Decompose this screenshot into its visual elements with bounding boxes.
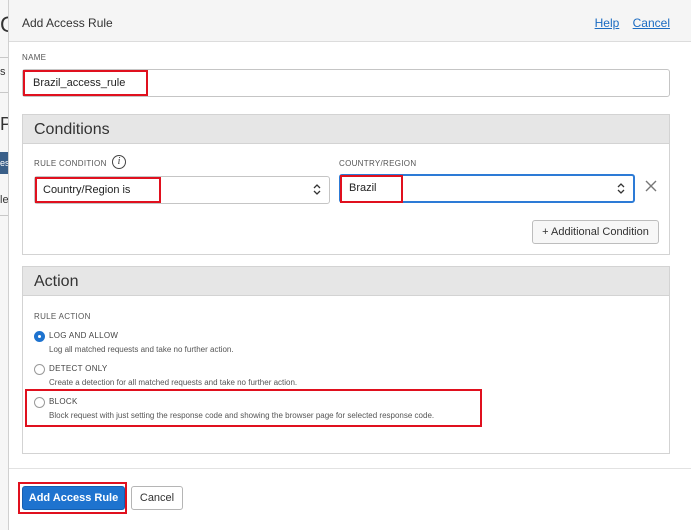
additional-condition-button[interactable]: + Additional Condition [532, 220, 659, 244]
radio-log-and-allow[interactable]: LOG AND ALLOW Log all matched requests a… [34, 331, 434, 357]
radio-block-description: Block request with just setting the resp… [49, 411, 435, 420]
dialog-header: Add Access Rule Help Cancel [9, 0, 691, 42]
name-label: NAME [22, 53, 47, 62]
country-region-select[interactable]: Brazil [339, 174, 635, 203]
radio-button[interactable] [34, 397, 45, 408]
country-region-value: Brazil [349, 182, 377, 194]
rule-condition-select[interactable]: Country/Region is [34, 176, 330, 204]
radio-block[interactable]: BLOCK Block request with just setting th… [34, 397, 484, 423]
select-chevron-icon [313, 184, 321, 195]
select-chevron-icon [617, 183, 625, 194]
add-access-rule-dialog: Add Access Rule Help Cancel NAME Brazil_… [8, 0, 691, 530]
rule-condition-value: Country/Region is [43, 184, 131, 196]
add-access-rule-button[interactable]: Add Access Rule [22, 486, 125, 510]
rule-action-label: RULE ACTION [34, 312, 91, 321]
dialog-header-links: Help Cancel [585, 16, 670, 30]
radio-button[interactable] [34, 364, 45, 375]
action-section: Action RULE ACTION LOG AND ALLOW Log all… [22, 266, 670, 454]
conditions-heading: Conditions [23, 115, 669, 144]
conditions-section: Conditions RULE CONDITION i Country/Regi… [22, 114, 670, 255]
cancel-button[interactable]: Cancel [131, 486, 183, 510]
footer-divider [9, 468, 691, 469]
rule-condition-label: RULE CONDITION [34, 159, 107, 168]
radio-detect-only[interactable]: DETECT ONLY Create a detection for all m… [34, 364, 434, 390]
remove-condition-icon[interactable] [644, 179, 658, 193]
country-region-label: COUNTRY/REGION [339, 159, 417, 168]
help-link[interactable]: Help [595, 16, 620, 30]
name-input[interactable]: Brazil_access_rule [22, 69, 670, 97]
radio-block-title: BLOCK [49, 397, 78, 406]
dialog-title: Add Access Rule [22, 16, 113, 30]
info-icon[interactable]: i [112, 155, 126, 169]
action-heading: Action [23, 267, 669, 296]
radio-detect-only-title: DETECT ONLY [49, 364, 108, 373]
radio-detect-only-description: Create a detection for all matched reque… [49, 378, 298, 387]
radio-log-and-allow-title: LOG AND ALLOW [49, 331, 119, 340]
radio-button-checked[interactable] [34, 331, 45, 342]
radio-log-and-allow-description: Log all matched requests and take no fur… [49, 345, 234, 354]
cancel-link[interactable]: Cancel [633, 16, 670, 30]
